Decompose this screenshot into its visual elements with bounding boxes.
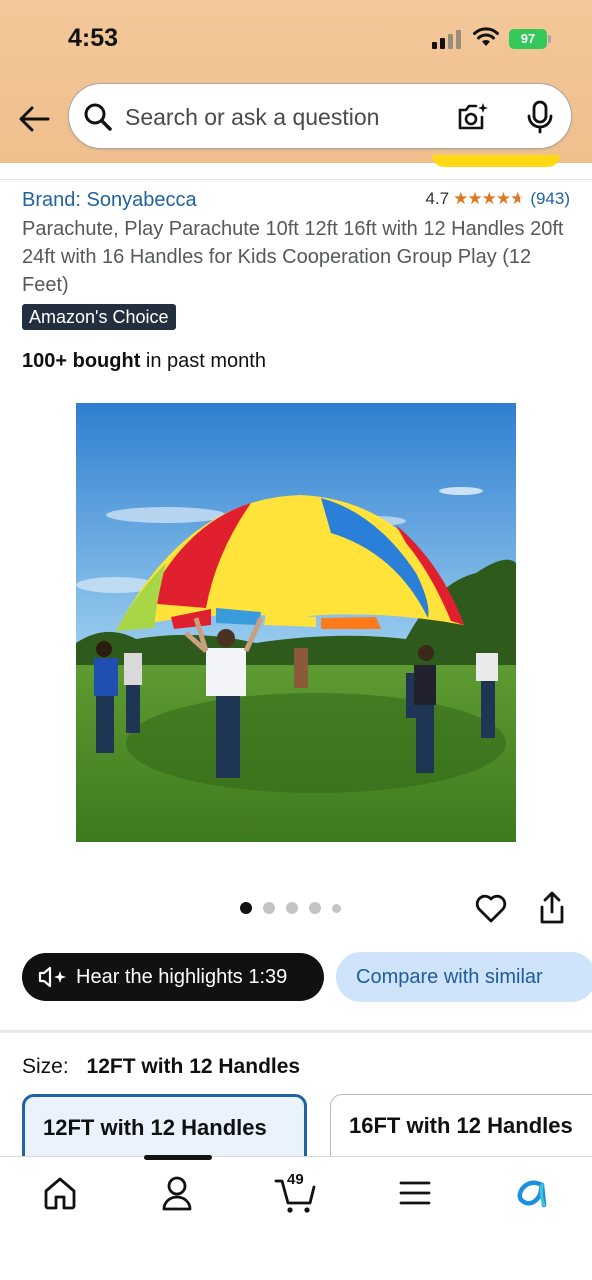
star-rating-icon: ★★★★★ ★ — [453, 189, 525, 208]
status-time: 4:53 — [68, 24, 119, 52]
speaker-sparkle-icon — [38, 966, 66, 988]
back-arrow-icon[interactable] — [14, 99, 54, 139]
rating-summary[interactable]: 4.7 ★★★★★ ★ (943) — [425, 189, 570, 209]
battery-icon: 97 — [509, 29, 551, 49]
hear-highlights-label: Hear the highlights 1:39 — [76, 965, 288, 988]
account-icon[interactable] — [157, 1173, 197, 1213]
size-label: Size: — [22, 1055, 69, 1078]
share-icon[interactable] — [537, 890, 567, 926]
camera-lens-icon[interactable] — [456, 101, 490, 133]
product-image[interactable] — [76, 403, 516, 842]
pagination-dot[interactable] — [309, 902, 321, 914]
heart-icon[interactable] — [474, 891, 508, 925]
section-divider — [0, 1030, 592, 1033]
bought-count: 100+ bought in past month — [22, 350, 266, 373]
active-tab-indicator — [144, 1155, 212, 1160]
bought-count-bold: 100+ bought — [22, 350, 141, 372]
wifi-icon — [473, 27, 499, 46]
search-icon — [84, 103, 112, 131]
rufus-icon[interactable] — [512, 1173, 552, 1213]
hear-highlights-button[interactable]: Hear the highlights 1:39 — [22, 953, 324, 1001]
search-bar[interactable]: Search or ask a question — [68, 83, 572, 149]
divider — [0, 179, 592, 180]
cellular-signal-icon — [432, 29, 464, 49]
image-pagination[interactable] — [240, 902, 341, 914]
pagination-dot[interactable] — [332, 903, 341, 913]
brand-link[interactable]: Brand: Sonyabecca — [22, 189, 197, 212]
cart-count-badge: 49 — [287, 1171, 304, 1188]
rating-value: 4.7 — [425, 189, 450, 208]
pagination-dot[interactable] — [240, 902, 252, 914]
search-input[interactable]: Search or ask a question — [125, 104, 379, 131]
pagination-dot[interactable] — [286, 902, 298, 914]
product-title: Parachute, Play Parachute 10ft 12ft 16ft… — [22, 218, 564, 296]
add-to-cart-peek — [432, 155, 560, 167]
size-selector-header: Size: 12FT with 12 Handles — [22, 1055, 300, 1079]
rating-count: (943) — [530, 189, 570, 208]
amazons-choice-badge: Amazon's Choice — [22, 304, 176, 330]
selected-size: 12FT with 12 Handles — [86, 1055, 301, 1078]
battery-level: 97 — [509, 29, 547, 49]
home-icon[interactable] — [40, 1173, 80, 1213]
pagination-dot[interactable] — [263, 902, 275, 914]
bought-count-rest: in past month — [140, 350, 266, 372]
header: 4:53 97 Search or ask a question — [0, 0, 592, 163]
menu-icon[interactable] — [395, 1173, 435, 1213]
compare-with-similar-button[interactable]: Compare with similar — [336, 952, 592, 1002]
microphone-icon[interactable] — [525, 100, 555, 134]
